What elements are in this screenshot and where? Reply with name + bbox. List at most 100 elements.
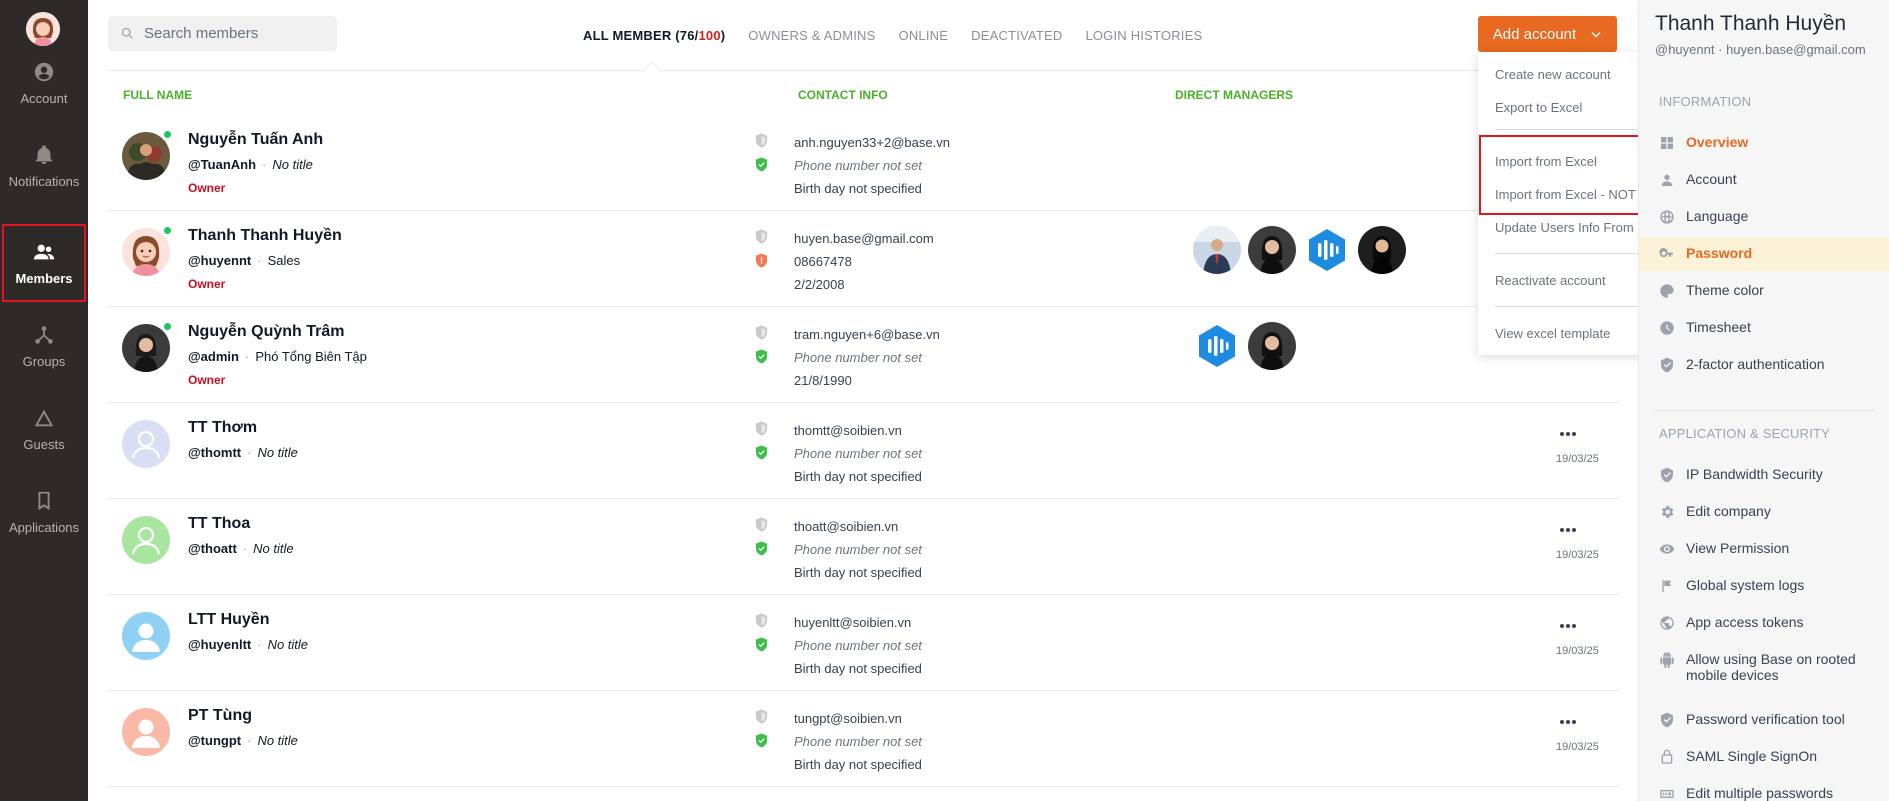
panel-item-language[interactable]: Language (1659, 208, 1889, 225)
manager-avatar[interactable] (1303, 226, 1351, 274)
member-date: 19/03/25 (1556, 453, 1599, 465)
nav-notifications[interactable]: Notifications (0, 127, 88, 205)
member-email: tram.nguyen+6@base.vn (794, 327, 940, 342)
menu-export-to-excel[interactable]: Export to Excel (1495, 100, 1582, 115)
panel-item-password-verification-tool[interactable]: Password verification tool (1659, 711, 1889, 728)
nav-account[interactable]: Account (0, 44, 88, 122)
member-title: Sales (267, 253, 301, 268)
member-handle: @thomtt (188, 445, 242, 460)
panel-item-account[interactable]: Account (1659, 171, 1889, 188)
add-account-button[interactable]: Add account (1478, 16, 1617, 52)
member-name[interactable]: PT Tùng (188, 707, 252, 725)
table-row[interactable]: PT Tùng @tungpt · No title tungpt@soibien.… (108, 691, 1618, 787)
tab-login-histories[interactable]: LOGIN HISTORIES (1085, 28, 1202, 43)
member-birthday: Birth day not specified (794, 181, 922, 196)
panel-item-2-factor-authentication[interactable]: 2-factor authentication (1659, 356, 1889, 373)
nav-groups-label: Groups (22, 353, 66, 369)
manager-avatar[interactable] (1358, 226, 1406, 274)
member-name[interactable]: LTT Huyền (188, 611, 269, 629)
table-row[interactable]: LTT Huyền @huyenltt · No title huyenltt@so… (108, 595, 1618, 691)
shield-icon (755, 517, 768, 532)
more-options-icon[interactable] (1558, 525, 1578, 535)
nav-groups[interactable]: Groups (0, 307, 88, 385)
shield-icon (755, 133, 768, 148)
member-avatar[interactable] (122, 132, 170, 180)
member-title: No title (257, 445, 298, 460)
member-email: anh.nguyen33+2@base.vn (794, 135, 950, 150)
member-avatar[interactable] (122, 516, 170, 564)
tab-owners-admins[interactable]: OWNERS & ADMINS (748, 28, 875, 43)
panel-divider (1655, 410, 1874, 411)
user-avatar[interactable] (26, 12, 60, 46)
member-avatar[interactable] (122, 612, 170, 660)
search-box[interactable] (108, 16, 337, 51)
panel-item-timesheet[interactable]: Timesheet (1659, 319, 1889, 336)
panel-item-theme-color[interactable]: Theme color (1659, 282, 1889, 299)
bell-icon (35, 144, 53, 164)
member-name[interactable]: TT Thơm (188, 419, 257, 437)
more-options-icon[interactable] (1558, 717, 1578, 727)
tab-deactivated[interactable]: DEACTIVATED (971, 28, 1062, 43)
more-options-icon[interactable] (1558, 621, 1578, 631)
tab-all-member[interactable]: ALL MEMBER (76/100) (583, 28, 725, 43)
member-email: tungpt@soibien.vn (794, 711, 902, 726)
shield-icon (755, 229, 768, 244)
shield-alert-icon (755, 253, 768, 268)
table-row[interactable]: Nguyễn Quỳnh Trâm @admin · Phó Tổng Biên T… (108, 307, 1618, 403)
manager-avatar[interactable] (1248, 226, 1296, 274)
shield-icon (755, 709, 768, 724)
search-input[interactable] (144, 25, 324, 42)
clock-icon (1660, 321, 1674, 335)
more-options-icon[interactable] (1558, 429, 1578, 439)
member-name[interactable]: TT Thoa (188, 515, 250, 533)
key-icon (1659, 248, 1673, 258)
member-name[interactable]: Nguyễn Quỳnh Trâm (188, 323, 344, 341)
member-avatar[interactable] (122, 324, 170, 372)
search-icon (121, 27, 133, 39)
member-contact: huyenltt@soibien.vn Phone number not set… (794, 611, 922, 680)
menu-view-excel-template[interactable]: View excel template (1495, 326, 1610, 341)
panel-item-edit-multiple-passwords[interactable]: Edit multiple passwords (1659, 785, 1889, 801)
nav-guests[interactable]: Guests (0, 390, 88, 468)
menu-create-new-account[interactable]: Create new account (1495, 67, 1611, 82)
panel-item-view-permission[interactable]: View Permission (1659, 540, 1889, 557)
manager-avatar[interactable] (1193, 322, 1241, 370)
panel-item-overview[interactable]: Overview (1659, 134, 1889, 151)
member-avatar[interactable] (122, 420, 170, 468)
panel-item-allow-using-base-on-rooted-mobile-devices[interactable]: Allow using Base on rooted mobile device… (1659, 651, 1889, 683)
triangle-icon (34, 409, 54, 426)
nav-applications[interactable]: Applications (0, 473, 88, 551)
panel-item-app-access-tokens[interactable]: App access tokens (1659, 614, 1889, 631)
member-contact: thoatt@soibien.vn Phone number not set B… (794, 515, 922, 584)
member-name[interactable]: Thanh Thanh Huyền (188, 227, 342, 245)
nav-account-label: Account (20, 90, 68, 106)
table-row[interactable]: Thanh Thanh Huyền @huyennt · Sales Owner h… (108, 211, 1618, 307)
table-row[interactable]: TT Thơm @thomtt · No title thomtt@soibien.… (108, 403, 1618, 499)
member-contact: huyen.base@gmail.com 08667478 2/2/2008 (794, 227, 934, 296)
manager-avatar[interactable] (1193, 226, 1241, 274)
shield-check-icon (755, 637, 768, 652)
section-information: INFORMATION (1659, 94, 1752, 109)
member-title: No title (267, 637, 309, 652)
member-subline: @thomtt · No title (188, 445, 298, 460)
manager-avatar[interactable] (1248, 322, 1296, 370)
member-title: No title (272, 157, 313, 172)
member-title: No title (253, 541, 294, 556)
member-date: 19/03/25 (1556, 549, 1599, 561)
panel-item-edit-company[interactable]: Edit company (1659, 503, 1889, 520)
online-status-dot (163, 226, 172, 235)
member-name[interactable]: Nguyễn Tuấn Anh (188, 131, 323, 149)
panel-item-ip-bandwidth-security[interactable]: IP Bandwidth Security (1659, 466, 1889, 483)
overview-icon (1661, 137, 1673, 149)
profile-panel: Thanh Thanh Huyền @huyennt · huyen.base@… (1638, 0, 1889, 801)
panel-item-saml-single-signon[interactable]: SAML Single SignOn (1659, 748, 1889, 765)
member-avatar[interactable] (122, 228, 170, 276)
table-row[interactable]: TT Thoa @thoatt · No title thoatt@soibien.… (108, 499, 1618, 595)
member-avatar[interactable] (122, 708, 170, 756)
panel-item-global-system-logs[interactable]: Global system logs (1659, 577, 1889, 594)
menu-reactivate-account[interactable]: Reactivate account (1495, 273, 1606, 288)
panel-item-password[interactable]: Password (1659, 245, 1889, 262)
table-row[interactable]: Nguyễn Tuấn Anh @TuanAnh · No title Owner … (108, 115, 1618, 211)
column-contact-info: CONTACT INFO (798, 88, 888, 102)
tab-online[interactable]: ONLINE (899, 28, 949, 43)
